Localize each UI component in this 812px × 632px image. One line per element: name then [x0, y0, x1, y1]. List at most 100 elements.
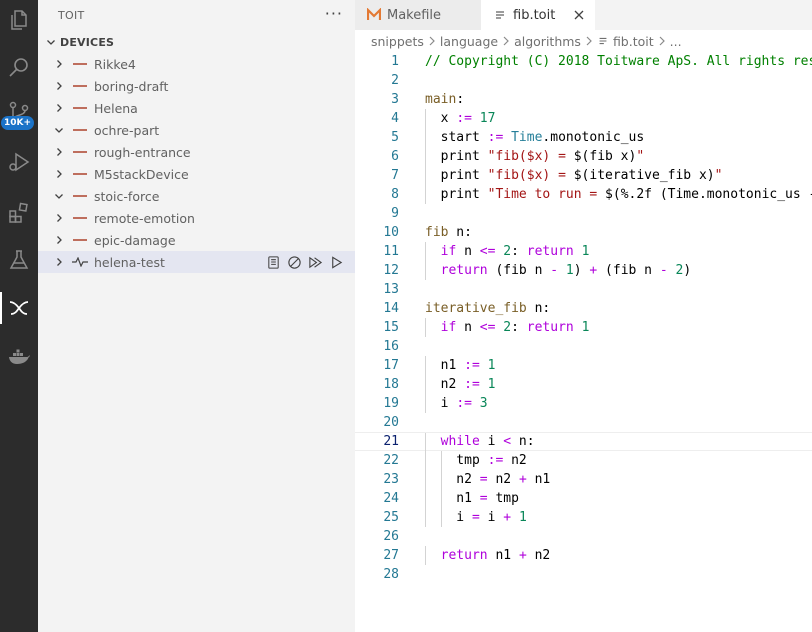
chevron-right-icon[interactable] — [51, 232, 67, 248]
extensions-button[interactable] — [0, 193, 38, 233]
docker-button[interactable] — [0, 336, 38, 376]
chevron-right-icon[interactable] — [51, 210, 67, 226]
line-number: 14 — [383, 301, 399, 316]
line-number: 21 — [383, 434, 399, 449]
run-debug-button[interactable] — [0, 142, 38, 182]
device-item[interactable]: rough-entrance — [38, 141, 355, 163]
code-line[interactable]: 27 return n1 + n2 — [355, 546, 812, 565]
code-line[interactable]: 25 i = i + 1 — [355, 508, 812, 527]
code-line[interactable]: 5 start := Time.monotonic_us — [355, 128, 812, 147]
device-item[interactable]: stoic-force — [38, 185, 355, 207]
device-label: epic-damage — [94, 232, 176, 248]
code-text: i := 3 — [425, 396, 488, 411]
code-line[interactable]: 20 — [355, 413, 812, 432]
chevron-down-icon[interactable] — [51, 122, 67, 138]
code-line[interactable]: 21 while i < n: — [355, 432, 812, 452]
device-item[interactable]: Rikke4 — [38, 53, 355, 75]
breadcrumb-item[interactable]: fib.toit — [613, 34, 654, 49]
code-line[interactable]: 4 x := 17 — [355, 109, 812, 128]
device-label: rough-entrance — [94, 144, 191, 160]
code-line[interactable]: 1 // Copyright (C) 2018 Toitware ApS. All… — [355, 52, 812, 71]
code-line[interactable]: 9 — [355, 204, 812, 223]
code-line[interactable]: 28 — [355, 565, 812, 584]
tab-fib-toit[interactable]: fib.toit — [481, 0, 595, 30]
code-line[interactable]: 19 i := 3 — [355, 394, 812, 413]
toit-icon — [9, 301, 29, 315]
explorer-button[interactable] — [0, 0, 38, 40]
line-number: 8 — [391, 187, 399, 202]
code-line[interactable]: 15 if n <= 2: return 1 — [355, 318, 812, 337]
device-item[interactable]: Helena — [38, 97, 355, 119]
search-button[interactable] — [0, 48, 38, 88]
tab-bar: Makefile fib.toit — [355, 0, 812, 30]
code-line[interactable]: 11 if n <= 2: return 1 — [355, 242, 812, 261]
run-icon[interactable] — [327, 253, 345, 271]
sidebar-title: TOIT — [58, 8, 85, 22]
code-line[interactable]: 2 — [355, 71, 812, 90]
tab-label: Makefile — [387, 7, 442, 23]
code-line[interactable]: 23 n2 = n2 + n1 — [355, 470, 812, 489]
chevron-right-icon[interactable] — [51, 254, 67, 270]
heartbeat-icon — [72, 254, 88, 270]
line-number: 2 — [391, 73, 399, 88]
chevron-right-icon[interactable] — [51, 166, 67, 182]
code-line[interactable]: 3 main: — [355, 90, 812, 109]
code-text: print "fib($x) = $(fib x)" — [440, 149, 645, 164]
devices-section-header[interactable]: DEVICES — [38, 31, 355, 53]
code-line[interactable]: 24 n1 = tmp — [355, 489, 812, 508]
code-line[interactable]: 6 print "fib($x) = $(fib x)" — [355, 147, 812, 166]
line-number: 9 — [391, 206, 399, 221]
sidebar-header: TOIT ··· — [38, 0, 355, 30]
code-line[interactable]: 26 — [355, 527, 812, 546]
code-text: iterative_fib n: — [425, 301, 551, 316]
device-item[interactable]: boring-draft — [38, 75, 355, 97]
run-all-icon[interactable] — [306, 253, 324, 271]
chevron-right-icon[interactable] — [51, 78, 67, 94]
chevron-right-icon[interactable] — [51, 56, 67, 72]
chevron-right-icon — [428, 36, 436, 46]
device-item[interactable]: ochre-part — [38, 119, 355, 141]
device-item[interactable]: M5stackDevice — [38, 163, 355, 185]
device-item[interactable]: helena-test — [38, 251, 355, 273]
breadcrumb-item[interactable]: algorithms — [514, 34, 581, 49]
testing-button[interactable] — [0, 240, 38, 280]
devices-section-title: DEVICES — [60, 35, 115, 49]
tab-makefile[interactable]: Makefile — [355, 0, 481, 30]
breadcrumb-item[interactable]: ... — [670, 34, 682, 49]
code-line[interactable]: 22 tmp := n2 — [355, 451, 812, 470]
device-item[interactable]: epic-damage — [38, 229, 355, 251]
testing-icon — [9, 250, 29, 269]
chevron-right-icon[interactable] — [51, 100, 67, 116]
line-number: 18 — [383, 377, 399, 392]
code-editor[interactable]: 1 // Copyright (C) 2018 Toitware ApS. All… — [355, 52, 812, 632]
device-item[interactable]: remote-emotion — [38, 207, 355, 229]
code-line[interactable]: 14 iterative_fib n: — [355, 299, 812, 318]
code-text: fib n: — [425, 225, 472, 240]
code-line[interactable]: 10 fib n: — [355, 223, 812, 242]
chevron-right-icon — [585, 36, 593, 46]
search-icon — [9, 58, 28, 77]
toit-button[interactable] — [0, 288, 38, 328]
line-number: 6 — [391, 149, 399, 164]
code-line[interactable]: 16 — [355, 337, 812, 356]
close-icon[interactable] — [573, 7, 585, 23]
logs-icon[interactable] — [264, 253, 282, 271]
code-line[interactable]: 8 print "Time to run = $(%.2f (Time.mono… — [355, 185, 812, 204]
code-line[interactable]: 7 print "fib($x) = $(iterative_fib x)" — [355, 166, 812, 185]
breadcrumb-item[interactable]: language — [440, 34, 498, 49]
line-number: 15 — [383, 320, 399, 335]
offline-status-icon — [72, 210, 88, 226]
code-line[interactable]: 18 n2 := 1 — [355, 375, 812, 394]
breadcrumb-item[interactable]: snippets — [371, 34, 424, 49]
line-number: 28 — [383, 567, 399, 582]
device-actions — [264, 253, 345, 271]
code-line[interactable]: 17 n1 := 1 — [355, 356, 812, 375]
code-line[interactable]: 13 — [355, 280, 812, 299]
line-number: 1 — [391, 54, 399, 69]
chevron-down-icon[interactable] — [51, 188, 67, 204]
chevron-right-icon[interactable] — [51, 144, 67, 160]
stop-icon[interactable] — [285, 253, 303, 271]
code-line[interactable]: 12 return (fib n - 1) + (fib n - 2) — [355, 261, 812, 280]
more-actions-button[interactable]: ··· — [325, 4, 343, 23]
code-text: x := 17 — [425, 111, 496, 126]
